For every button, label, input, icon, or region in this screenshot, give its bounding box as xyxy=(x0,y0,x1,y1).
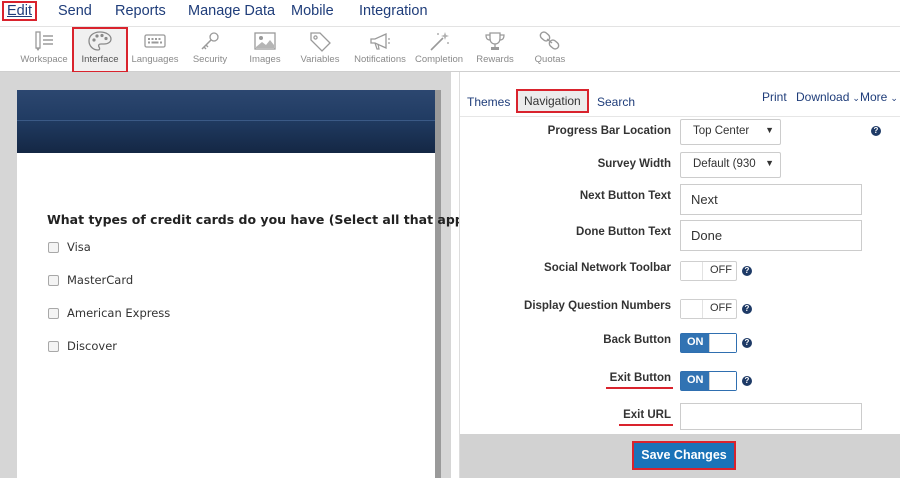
tag-icon xyxy=(310,32,331,52)
menu-integration[interactable]: Integration xyxy=(359,3,428,19)
toggle-state: OFF xyxy=(710,264,732,276)
toggle-knob xyxy=(709,372,736,390)
display-question-numbers-toggle[interactable]: OFF xyxy=(680,299,737,319)
exit-url-label: Exit URL xyxy=(619,409,673,426)
done-button-text-input[interactable] xyxy=(680,220,862,251)
trophy-icon xyxy=(485,32,505,50)
help-icon[interactable]: ? xyxy=(871,126,881,136)
palette-icon xyxy=(88,31,112,51)
checkbox[interactable] xyxy=(48,308,59,319)
workspace-icon xyxy=(35,31,53,51)
tool-variables-label: Variables xyxy=(300,54,340,65)
edit-toolbar: Workspace Interface Languages Security I… xyxy=(0,26,900,73)
tool-languages[interactable]: Languages xyxy=(127,29,183,71)
progress-bar-location-select[interactable]: Top Center ▼ xyxy=(680,119,781,145)
tool-rewards[interactable]: Rewards xyxy=(467,29,523,71)
menu-send[interactable]: Send xyxy=(58,3,92,19)
survey-option-label: Visa xyxy=(67,240,91,254)
more-menu[interactable]: More ⌄ xyxy=(860,90,898,104)
tool-completion-label: Completion xyxy=(414,54,464,65)
tool-interface[interactable]: Interface xyxy=(72,27,128,73)
main-menu-bar: Edit Send Reports Manage Data Mobile Int… xyxy=(0,0,900,26)
help-icon[interactable]: ? xyxy=(742,376,752,386)
toggle-knob xyxy=(681,300,703,318)
exit-url-input[interactable] xyxy=(680,403,862,430)
help-icon[interactable]: ? xyxy=(742,266,752,276)
social-network-toolbar-toggle[interactable]: OFF xyxy=(680,261,737,281)
tool-quotas[interactable]: Quotas xyxy=(522,29,578,71)
menu-manage-data[interactable]: Manage Data xyxy=(188,3,275,19)
tool-images[interactable]: Images xyxy=(237,29,293,71)
checkbox[interactable] xyxy=(48,242,59,253)
chevron-down-icon: ⌄ xyxy=(890,93,898,103)
exit-button-label: Exit Button xyxy=(605,372,674,389)
tool-languages-label: Languages xyxy=(131,54,179,65)
toggle-knob xyxy=(681,262,703,280)
image-icon xyxy=(254,32,276,50)
survey-preview-header xyxy=(17,90,439,153)
display-question-numbers-label: Display Question Numbers xyxy=(524,300,671,312)
toggle-state: ON xyxy=(687,336,704,348)
survey-option-label: American Express xyxy=(67,306,171,320)
back-button-toggle[interactable]: ON xyxy=(680,333,737,353)
exit-button-toggle[interactable]: ON xyxy=(680,371,737,391)
print-link[interactable]: Print xyxy=(762,90,787,104)
tool-interface-label: Interface xyxy=(81,54,119,65)
tool-completion[interactable]: Completion xyxy=(411,29,467,71)
survey-width-value: Default (930 xyxy=(693,158,756,170)
caret-down-icon: ▼ xyxy=(765,125,774,135)
more-label: More xyxy=(860,90,888,104)
checkbox[interactable] xyxy=(48,341,59,352)
tool-notifications[interactable]: Notifications xyxy=(351,29,409,71)
tab-themes[interactable]: Themes xyxy=(467,95,510,109)
caret-down-icon: ▼ xyxy=(765,158,774,168)
tool-workspace-label: Workspace xyxy=(20,54,68,65)
tool-security-label: Security xyxy=(192,54,228,65)
progress-bar-location-value: Top Center xyxy=(693,125,750,137)
panel-divider xyxy=(460,116,900,117)
tab-search[interactable]: Search xyxy=(597,95,635,109)
download-menu[interactable]: Download ⌄ xyxy=(796,90,860,104)
download-label: Download xyxy=(796,90,850,104)
keyboard-icon xyxy=(144,34,166,48)
toggle-knob xyxy=(709,334,736,352)
tool-notifications-label: Notifications xyxy=(354,54,406,65)
back-button-label: Back Button xyxy=(603,334,671,346)
menu-edit[interactable]: Edit xyxy=(2,1,37,21)
tool-workspace[interactable]: Workspace xyxy=(16,29,72,71)
chevron-down-icon: ⌄ xyxy=(852,93,860,103)
survey-option-label: Discover xyxy=(67,339,118,353)
survey-question-text: What types of credit cards do you have (… xyxy=(47,212,490,227)
tool-security[interactable]: Security xyxy=(182,29,238,71)
toggle-state: ON xyxy=(687,374,704,386)
tool-variables[interactable]: Variables xyxy=(292,29,348,71)
tool-quotas-label: Quotas xyxy=(534,54,566,65)
progress-bar-location-label: Progress Bar Location xyxy=(547,125,671,137)
help-icon[interactable]: ? xyxy=(742,304,752,314)
done-button-text-label: Done Button Text xyxy=(576,226,671,238)
key-icon xyxy=(201,32,219,50)
magic-wand-icon xyxy=(430,32,449,51)
save-changes-button[interactable]: Save Changes xyxy=(632,441,736,470)
checkbox[interactable] xyxy=(48,275,59,286)
help-icon[interactable]: ? xyxy=(742,338,752,348)
tool-images-label: Images xyxy=(249,54,281,65)
survey-width-label: Survey Width xyxy=(597,158,671,170)
survey-option-label: MasterCard xyxy=(67,273,134,287)
next-button-text-label: Next Button Text xyxy=(579,190,671,202)
toggle-state: OFF xyxy=(710,302,732,314)
menu-mobile[interactable]: Mobile xyxy=(291,3,334,19)
chain-icon xyxy=(539,31,560,50)
tab-navigation[interactable]: Navigation xyxy=(516,89,589,113)
tool-rewards-label: Rewards xyxy=(476,54,514,65)
survey-width-select[interactable]: Default (930 ▼ xyxy=(680,152,781,178)
next-button-text-input[interactable] xyxy=(680,184,862,215)
social-network-toolbar-label: Social Network Toolbar xyxy=(544,262,671,274)
menu-reports[interactable]: Reports xyxy=(115,3,166,19)
survey-preview-scrollbar[interactable] xyxy=(435,90,441,478)
megaphone-icon xyxy=(370,32,390,50)
